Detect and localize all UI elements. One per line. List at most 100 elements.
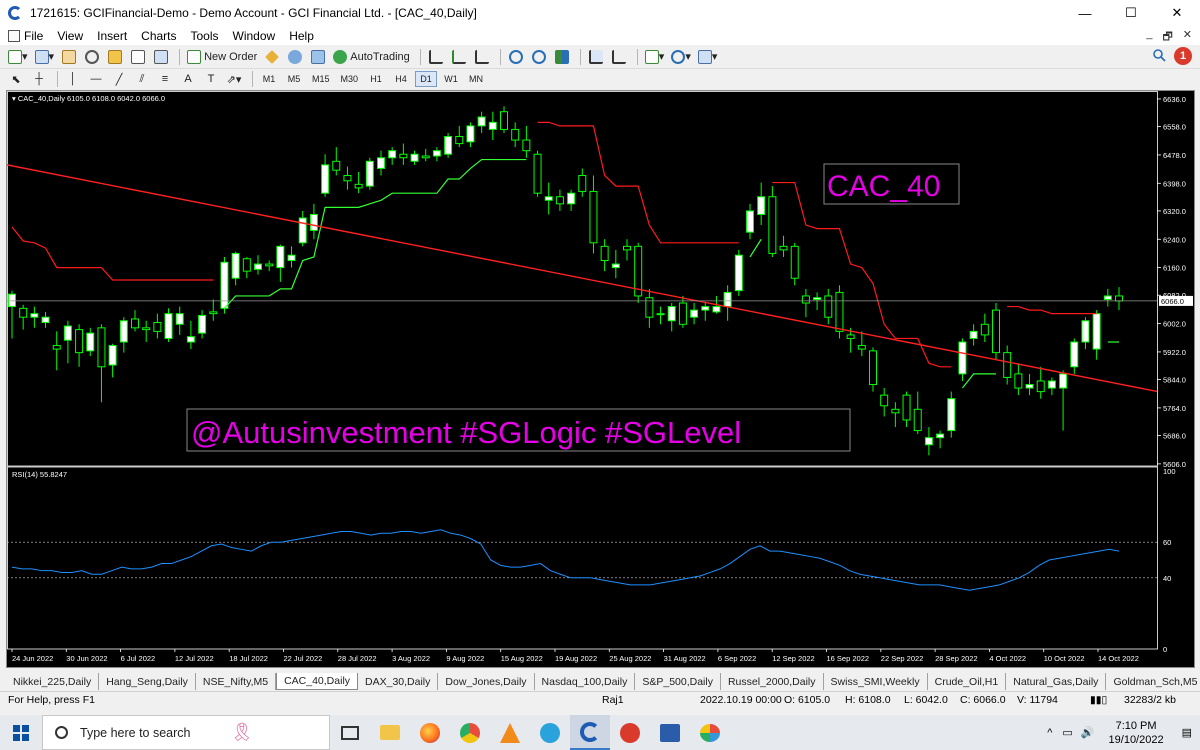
fibonacci-tool[interactable]: ≡ [155, 69, 175, 89]
tab-cac-40[interactable]: CAC_40,Daily [276, 673, 359, 690]
terminal-button[interactable] [128, 47, 148, 67]
mt4-window: 1721615: GCIFinancial-Demo - Demo Accoun… [0, 0, 1200, 750]
candle [1003, 345, 1012, 385]
indicators-button[interactable]: ▾ [643, 47, 667, 67]
notification-badge[interactable]: 1 [1174, 47, 1192, 65]
auto-trading-button[interactable]: AutoTrading [331, 47, 412, 67]
tab-crude-oil[interactable]: Crude_Oil,H1 [928, 673, 1007, 690]
tab-nikkei-225[interactable]: Nikkei_225,Daily [6, 673, 100, 690]
tab-hang-seng[interactable]: Hang_Seng,Daily [99, 673, 196, 690]
text-tool[interactable]: A [178, 69, 198, 89]
search-icon[interactable] [1152, 48, 1166, 62]
candlestick-button[interactable] [449, 47, 469, 67]
community-button[interactable] [285, 47, 305, 67]
network-icon[interactable]: ▭ [1062, 726, 1072, 739]
profiles-button[interactable]: ▾ [33, 47, 57, 67]
candle [779, 235, 788, 257]
timeframe-d1[interactable]: D1 [415, 71, 438, 87]
tab-natural-gas[interactable]: Natural_Gas,Daily [1006, 673, 1107, 690]
cursor-tool[interactable]: ⬉ [6, 69, 26, 89]
market-watch-button[interactable] [59, 47, 79, 67]
auto-trading-icon [333, 49, 348, 64]
task-view-button[interactable] [330, 715, 370, 750]
candle [365, 157, 374, 190]
text-label-tool[interactable]: T [201, 69, 221, 89]
menu-window[interactable]: Window [233, 29, 276, 43]
new-chart-button[interactable]: ▾ [6, 47, 30, 67]
candle-body [8, 293, 16, 308]
menu-charts[interactable]: Charts [141, 29, 176, 43]
app-red-button[interactable] [610, 715, 650, 750]
tab-nse-nifty[interactable]: NSE_Nifty,M5 [196, 673, 277, 690]
periods-button[interactable]: ▾ [669, 47, 693, 67]
notifications-icon[interactable]: ▤ [1182, 726, 1192, 739]
tab-swiss-smi[interactable]: Swiss_SMI,Weekly [824, 673, 928, 690]
tile-windows-button[interactable] [552, 47, 572, 67]
horizontal-line-tool[interactable]: — [86, 69, 106, 89]
trailing-stop-up-line [224, 158, 527, 309]
timeframe-m15[interactable]: M15 [308, 71, 334, 87]
channel-tool[interactable]: ⫽ [132, 69, 152, 89]
candle [1115, 287, 1123, 311]
vlc-button[interactable] [490, 715, 530, 750]
strategy-tester-button[interactable] [151, 47, 171, 67]
candle [589, 175, 598, 254]
file-explorer-button[interactable] [370, 715, 410, 750]
tab-goldman-sch[interactable]: Goldman_Sch,M5 [1106, 673, 1200, 690]
tab-nasdaq-100[interactable]: Nasdaq_100,Daily [535, 673, 636, 690]
timeframe-m30[interactable]: M30 [337, 71, 363, 87]
candle [980, 313, 989, 342]
start-button[interactable] [0, 715, 42, 750]
chart-canvas[interactable]: 6636.0 6558.0 6478.0 6398.0 6320.0 6240.0 6160… [7, 91, 1194, 667]
zoom-in-button[interactable] [506, 47, 526, 67]
maximize-button[interactable]: ☐ [1108, 0, 1154, 26]
tab-sp-500[interactable]: S&P_500,Daily [635, 673, 721, 690]
timeframe-m5[interactable]: M5 [283, 71, 305, 87]
chart-window[interactable]: 6636.0 6558.0 6478.0 6398.0 6320.0 6240.0 6160… [6, 90, 1195, 668]
templates-button[interactable]: ▾ [696, 47, 720, 67]
bar-chart-button[interactable] [426, 47, 446, 67]
menu-file[interactable]: File [8, 29, 43, 43]
taskbar-search[interactable]: Type here to search 🎗 [42, 715, 330, 750]
paint-button[interactable] [690, 715, 730, 750]
word-button[interactable] [650, 715, 690, 750]
menu-view[interactable]: View [57, 29, 83, 43]
data-window-button[interactable] [82, 47, 102, 67]
metatrader-button[interactable] [570, 715, 610, 750]
tab-russel-2000[interactable]: Russel_2000,Daily [721, 673, 824, 690]
candle-body [75, 329, 84, 354]
arrows-tool[interactable]: ⇗▾ [224, 69, 244, 89]
chrome-button[interactable] [450, 715, 490, 750]
trendline-tool[interactable]: ╱ [109, 69, 129, 89]
crosshair-tool[interactable]: ┼ [29, 69, 49, 89]
firefox-button[interactable] [410, 715, 450, 750]
candle-body [835, 291, 844, 332]
chart-shift-button[interactable] [586, 47, 606, 67]
market-button[interactable] [308, 47, 328, 67]
timeframe-h1[interactable]: H1 [365, 71, 387, 87]
telegram-button[interactable] [530, 715, 570, 750]
tray-chevron-icon[interactable]: ^ [1047, 727, 1052, 739]
candle [410, 150, 419, 165]
menu-help[interactable]: Help [289, 29, 314, 43]
candlestick-icon [451, 49, 466, 64]
timeframe-m1[interactable]: M1 [258, 71, 280, 87]
line-chart-button[interactable] [472, 47, 492, 67]
tab-dow-jones[interactable]: Dow_Jones,Daily [438, 673, 535, 690]
minimize-button[interactable]: — [1062, 0, 1108, 26]
close-button[interactable]: ✕ [1154, 0, 1200, 26]
tab-dax-30[interactable]: DAX_30,Daily [358, 673, 439, 690]
menu-tools[interactable]: Tools [191, 29, 219, 43]
zoom-out-button[interactable] [529, 47, 549, 67]
taskbar-clock[interactable]: 7:10 PM 19/10/2022 [1109, 719, 1164, 747]
timeframe-w1[interactable]: W1 [440, 71, 462, 87]
navigator-button[interactable] [105, 47, 125, 67]
volume-icon[interactable]: 🔊 [1081, 726, 1095, 739]
menu-insert[interactable]: Insert [97, 29, 127, 43]
timeframe-h4[interactable]: H4 [390, 71, 412, 87]
vertical-line-tool[interactable]: │ [63, 69, 83, 89]
timeframe-mn[interactable]: MN [465, 71, 487, 87]
metaeditor-button[interactable] [262, 47, 282, 67]
new-order-button[interactable]: New Order [185, 47, 259, 67]
autoscroll-button[interactable] [609, 47, 629, 67]
